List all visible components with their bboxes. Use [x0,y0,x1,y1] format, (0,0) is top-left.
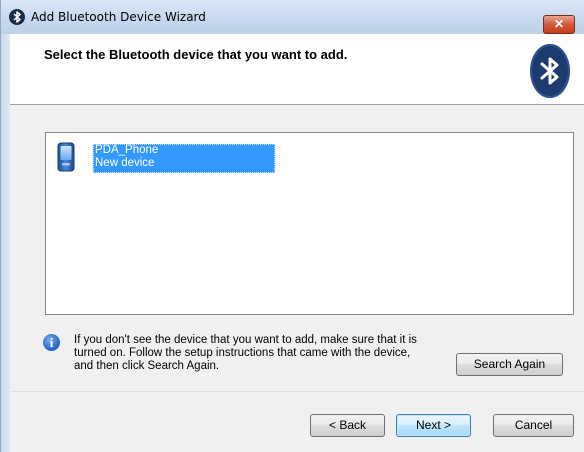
list-item[interactable]: PDA_Phone New device [52,140,278,174]
info-line-3: and then click Search Again. [74,360,220,372]
pda-phone-icon [56,142,76,172]
wizard-content: Select the Bluetooth device that you wan… [10,34,584,452]
info-icon: i [43,334,60,351]
device-label[interactable]: PDA_Phone New device [93,144,275,173]
window-frame [1,34,10,452]
device-name: PDA_Phone [95,144,159,156]
search-again-button[interactable]: Search Again [456,353,563,376]
footer-divider [10,391,584,392]
info-line-1: If you don't see the device that you wan… [74,334,417,346]
bluetooth-icon [9,9,25,25]
next-button[interactable]: Next > [396,414,471,437]
bluetooth-logo-icon [530,44,570,98]
close-button[interactable]: ✕ [543,15,575,34]
wizard-window: Add Bluetooth Device Wizard ✕ Select the… [0,0,584,452]
info-message: If you don't see the device that you wan… [74,334,454,373]
back-button[interactable]: < Back [310,414,385,437]
title-bar[interactable]: Add Bluetooth Device Wizard ✕ [1,0,584,34]
device-status: New device [95,157,155,169]
wizard-header: Select the Bluetooth device that you wan… [10,34,584,105]
cancel-button[interactable]: Cancel [493,414,574,437]
window-title: Add Bluetooth Device Wizard [31,10,206,24]
info-line-2: turned on. Follow the setup instructions… [74,347,411,359]
page-title: Select the Bluetooth device that you wan… [44,47,348,62]
device-list[interactable]: PDA_Phone New device [45,132,574,315]
